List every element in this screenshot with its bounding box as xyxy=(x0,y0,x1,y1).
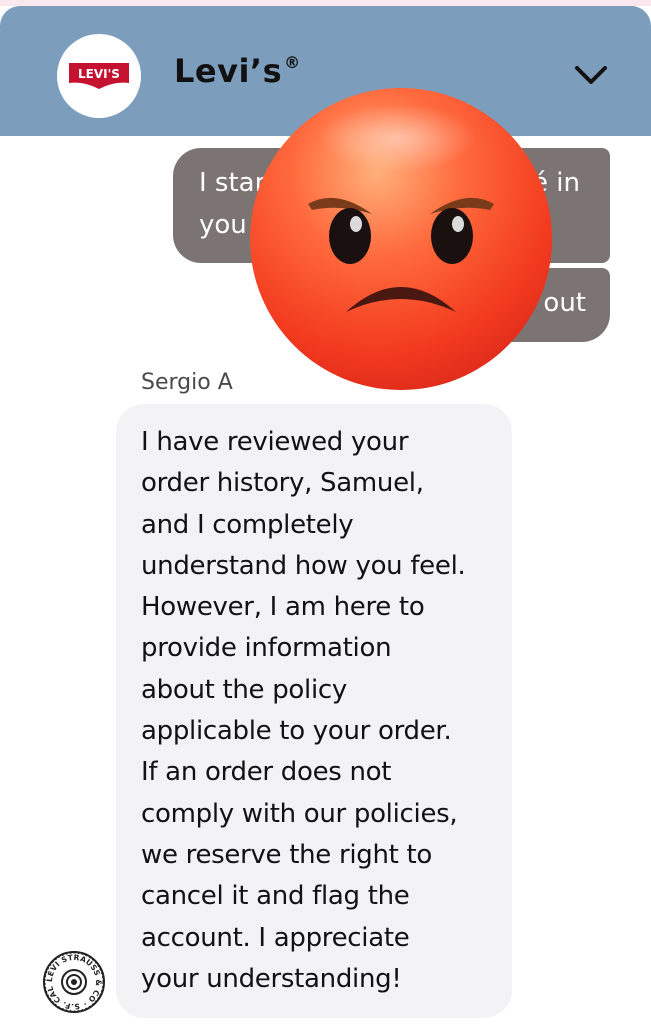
chevron-down-icon[interactable] xyxy=(571,60,611,90)
levis-logo-icon: LEVI'S xyxy=(69,63,129,89)
brand-name-text: Levi’s xyxy=(174,52,283,90)
brand-title: Levi’s ® xyxy=(174,52,301,90)
angry-face-emoji xyxy=(250,88,552,390)
agent-name: Sergio A xyxy=(141,370,233,395)
logo-text: LEVI'S xyxy=(78,67,120,81)
agent-message-bubble: I have reviewed your order history, Samu… xyxy=(116,404,512,1018)
levi-strauss-seal-icon: LEVI STRAUSS & CO · S.F. CAL · xyxy=(42,950,105,1013)
brand-avatar[interactable]: LEVI'S xyxy=(57,34,141,118)
registered-mark: ® xyxy=(284,53,301,72)
